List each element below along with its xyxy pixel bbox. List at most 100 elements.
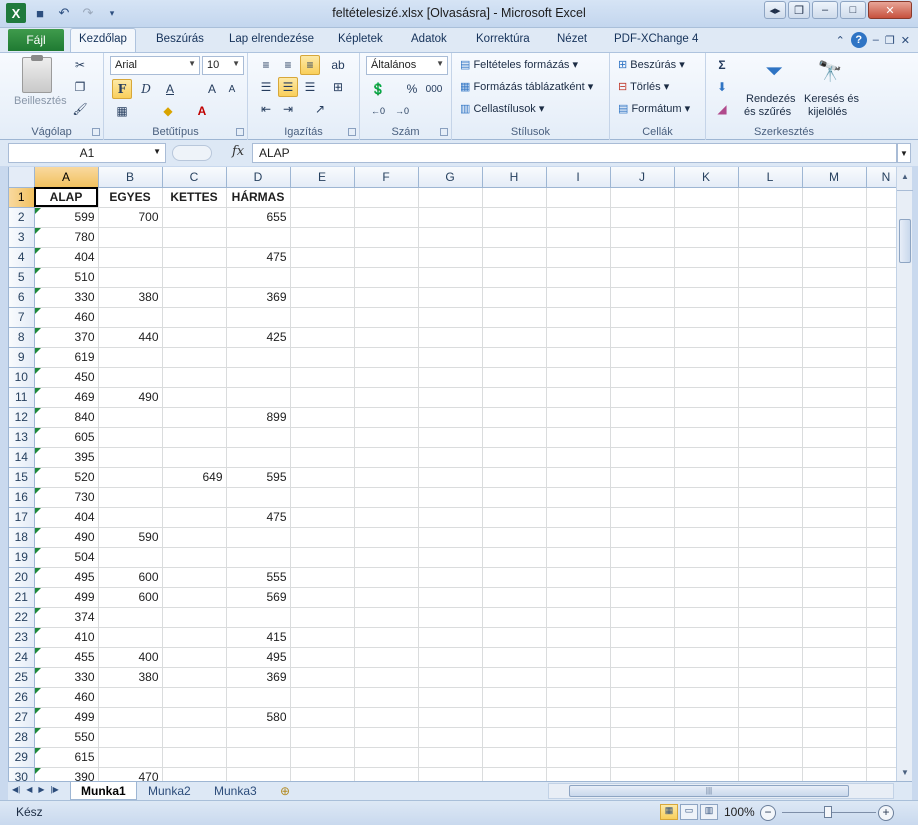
tab-review[interactable]: Korrektúra	[476, 33, 530, 45]
cell-i13[interactable]	[546, 427, 611, 448]
cell-k23[interactable]	[674, 627, 739, 648]
cell-c17[interactable]	[162, 507, 227, 528]
cell-a17[interactable]: 404	[34, 507, 99, 528]
cell-n11[interactable]	[866, 387, 896, 408]
cell-b19[interactable]	[98, 547, 163, 568]
cell-e16[interactable]	[290, 487, 355, 508]
cell-h12[interactable]	[482, 407, 547, 428]
decrease-decimal-icon[interactable]: →0	[392, 101, 412, 121]
row-header[interactable]: 1	[9, 187, 35, 208]
cell-n6[interactable]	[866, 287, 896, 308]
cell-g5[interactable]	[418, 267, 483, 288]
fill-icon[interactable]: ⬇	[712, 77, 732, 97]
align-left-icon[interactable]: ☰	[256, 77, 276, 97]
paste-icon[interactable]	[22, 55, 52, 93]
cell-m19[interactable]	[802, 547, 867, 568]
cell-f30[interactable]	[354, 767, 419, 781]
column-header-h[interactable]: H	[482, 167, 547, 188]
cell-n3[interactable]	[866, 227, 896, 248]
cell-m1[interactable]	[802, 187, 867, 208]
cell-b25[interactable]: 380	[98, 667, 163, 688]
cell-i14[interactable]	[546, 447, 611, 468]
sheet-tab-munka1[interactable]: Munka1	[70, 782, 137, 800]
cell-j9[interactable]	[610, 347, 675, 368]
cell-d17[interactable]: 475	[226, 507, 291, 528]
cell-h29[interactable]	[482, 747, 547, 768]
cell-f8[interactable]	[354, 327, 419, 348]
cell-b24[interactable]: 400	[98, 647, 163, 668]
cell-h10[interactable]	[482, 367, 547, 388]
column-header-m[interactable]: M	[802, 167, 867, 188]
cell-h20[interactable]	[482, 567, 547, 588]
find-select-line2[interactable]: kijelölés	[808, 106, 847, 118]
zoom-slider[interactable]: − +	[760, 804, 896, 822]
cell-d10[interactable]	[226, 367, 291, 388]
cell-f28[interactable]	[354, 727, 419, 748]
cell-c25[interactable]	[162, 667, 227, 688]
cell-e14[interactable]	[290, 447, 355, 468]
cell-e4[interactable]	[290, 247, 355, 268]
cell-n19[interactable]	[866, 547, 896, 568]
row-header[interactable]: 17	[9, 507, 35, 528]
cell-n25[interactable]	[866, 667, 896, 688]
cell-m16[interactable]	[802, 487, 867, 508]
cell-g12[interactable]	[418, 407, 483, 428]
cell-l26[interactable]	[738, 687, 803, 708]
cell-g28[interactable]	[418, 727, 483, 748]
cell-i22[interactable]	[546, 607, 611, 628]
cell-j21[interactable]	[610, 587, 675, 608]
cell-a19[interactable]: 504	[34, 547, 99, 568]
cell-j1[interactable]	[610, 187, 675, 208]
cell-b30[interactable]: 470	[98, 767, 163, 781]
cell-d15[interactable]: 595	[226, 467, 291, 488]
column-header-j[interactable]: J	[610, 167, 675, 188]
cell-k11[interactable]	[674, 387, 739, 408]
cell-k16[interactable]	[674, 487, 739, 508]
cell-d30[interactable]	[226, 767, 291, 781]
cell-b17[interactable]	[98, 507, 163, 528]
cell-f29[interactable]	[354, 747, 419, 768]
cell-c5[interactable]	[162, 267, 227, 288]
cell-d14[interactable]	[226, 447, 291, 468]
cell-m13[interactable]	[802, 427, 867, 448]
sort-filter-icon[interactable]: ⏷	[758, 55, 790, 87]
restore-small-button[interactable]: ❐	[788, 1, 810, 19]
cell-i3[interactable]	[546, 227, 611, 248]
cell-b20[interactable]: 600	[98, 567, 163, 588]
cell-h9[interactable]	[482, 347, 547, 368]
cell-d11[interactable]	[226, 387, 291, 408]
cell-i30[interactable]	[546, 767, 611, 781]
cell-j5[interactable]	[610, 267, 675, 288]
cell-b8[interactable]: 440	[98, 327, 163, 348]
cell-b11[interactable]: 490	[98, 387, 163, 408]
zoom-knob[interactable]	[824, 806, 832, 818]
cell-n30[interactable]	[866, 767, 896, 781]
expand-formula-bar-icon[interactable]: ▼	[897, 143, 911, 163]
normal-view-icon[interactable]: ▦	[660, 804, 678, 820]
cell-k8[interactable]	[674, 327, 739, 348]
cell-i16[interactable]	[546, 487, 611, 508]
cell-d6[interactable]: 369	[226, 287, 291, 308]
cell-a15[interactable]: 520	[34, 467, 99, 488]
insert-function-icon[interactable]: fx	[232, 144, 244, 159]
cell-m20[interactable]	[802, 567, 867, 588]
cell-a18[interactable]: 490	[34, 527, 99, 548]
format-as-table-button[interactable]: ▦ Formázás táblázatként ▾	[460, 80, 593, 93]
row-header[interactable]: 26	[9, 687, 35, 708]
cell-g1[interactable]	[418, 187, 483, 208]
cell-f14[interactable]	[354, 447, 419, 468]
align-bottom-icon[interactable]: ≡	[300, 55, 320, 75]
cell-n21[interactable]	[866, 587, 896, 608]
cell-h19[interactable]	[482, 547, 547, 568]
cell-b12[interactable]	[98, 407, 163, 428]
cell-c30[interactable]	[162, 767, 227, 781]
cell-d5[interactable]	[226, 267, 291, 288]
column-header-b[interactable]: B	[98, 167, 163, 188]
cell-g20[interactable]	[418, 567, 483, 588]
cell-j16[interactable]	[610, 487, 675, 508]
column-header-l[interactable]: L	[738, 167, 803, 188]
row-header[interactable]: 27	[9, 707, 35, 728]
cell-e3[interactable]	[290, 227, 355, 248]
cell-h17[interactable]	[482, 507, 547, 528]
cell-m26[interactable]	[802, 687, 867, 708]
